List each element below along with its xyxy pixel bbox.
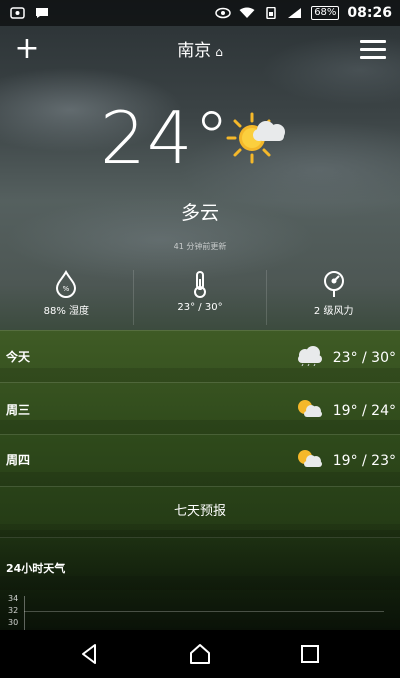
divider (0, 537, 400, 538)
divider (0, 434, 400, 435)
menu-button[interactable] (360, 40, 386, 60)
home-nav-icon[interactable] (188, 642, 212, 666)
seven-day-forecast-button[interactable]: 七天预报 (0, 500, 400, 519)
humidity-metric: % 88% 湿度 (0, 270, 133, 325)
menu-bar (360, 48, 386, 51)
menu-bar (360, 56, 386, 59)
hourly-y-label: 32 (8, 606, 19, 615)
wind-icon (323, 271, 344, 297)
forecast-row-thu[interactable]: 周四 19° / 23° (0, 450, 400, 491)
bottom-shade (0, 530, 400, 630)
humidity-icon: % (56, 270, 77, 298)
divider (0, 486, 400, 487)
navigation-bar (0, 630, 400, 678)
eye-icon (215, 7, 231, 19)
sim-icon (266, 7, 276, 19)
home-icon: ⌂ (215, 45, 223, 59)
svg-text:%: % (63, 285, 70, 293)
divider (0, 382, 400, 383)
forecast-day: 周四 (6, 453, 31, 467)
forecast-row-wed[interactable]: 周三 19° / 24° (0, 400, 400, 441)
partly-cloudy-icon (226, 112, 285, 164)
city-title[interactable]: 南京 ⌂ (0, 36, 400, 61)
updated-text: 41 分钟前更新 (173, 242, 227, 251)
forecast-day: 周三 (6, 403, 31, 417)
top-bar: + 南京 ⌂ (0, 34, 400, 68)
battery-indicator: 68% (311, 6, 340, 20)
city-name: 南京 (177, 41, 212, 61)
wind-value: 2 级风力 (313, 306, 354, 317)
cloudy-icon (298, 346, 322, 366)
hourly-y-label: 34 (8, 594, 19, 603)
humidity-value: 88% 湿度 (43, 306, 90, 317)
divider (0, 330, 400, 331)
hourly-y-label: 30 (8, 618, 19, 627)
clock: 08:26 (347, 5, 392, 21)
recents-icon[interactable] (298, 642, 322, 666)
thermometer-icon (194, 271, 206, 298)
status-bar: 68% 08:26 (0, 0, 400, 26)
menu-bar (360, 40, 386, 43)
hourly-chart-gridline (24, 611, 384, 612)
back-icon[interactable] (78, 642, 102, 666)
forecast-range: 19° / 23° (332, 453, 396, 469)
wifi-icon (239, 7, 255, 18)
message-icon (36, 8, 48, 18)
notification-icon (10, 7, 25, 19)
forecast-range: 19° / 24° (332, 403, 396, 419)
forecast-range: 23° / 30° (332, 350, 396, 366)
hourly-chart-axis (24, 596, 25, 630)
temp-range-metric: 23° / 30° (132, 270, 267, 325)
metrics-row: % 88% 湿度 23° / 30° 2 级风力 (0, 270, 400, 325)
current-temperature: 24° (100, 96, 231, 180)
condition-text: 多云 (180, 202, 219, 224)
temp-range-value: 23° / 30° (177, 302, 223, 313)
signal-icon (288, 8, 302, 18)
hourly-title: 24小时天气 (6, 562, 66, 575)
partly-cloudy-icon (298, 450, 322, 467)
forecast-day: 今天 (6, 350, 31, 364)
partly-cloudy-icon (298, 400, 322, 417)
wind-metric: 2 级风力 (266, 270, 400, 325)
